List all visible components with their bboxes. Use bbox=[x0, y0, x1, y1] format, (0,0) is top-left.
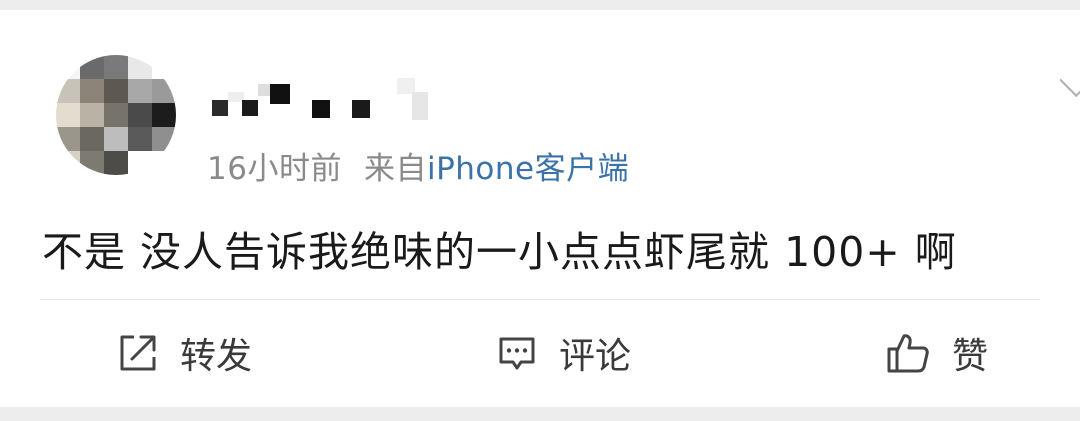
repost-button[interactable]: 转发 bbox=[118, 328, 252, 378]
source-link[interactable]: iPhone客户端 bbox=[427, 151, 629, 187]
post-text: 不是 没人告诉我绝味的一小点点虾尾就 100+ 啊 bbox=[42, 228, 957, 276]
comment-button[interactable]: 评论 bbox=[497, 328, 631, 378]
divider bbox=[40, 299, 1040, 300]
username-blurred[interactable] bbox=[212, 78, 442, 122]
comment-label: 评论 bbox=[559, 336, 632, 377]
post-time: 16小时前 bbox=[207, 151, 342, 187]
share-icon bbox=[120, 335, 156, 371]
like-button[interactable]: 赞 bbox=[886, 328, 988, 378]
post-card: 16小时前 来自iPhone客户端 不是 没人告诉我绝味的一小点点虾尾就 100+… bbox=[0, 10, 1080, 407]
thumbs-up-icon bbox=[887, 334, 929, 373]
repost-label: 转发 bbox=[180, 336, 253, 377]
like-label: 赞 bbox=[952, 336, 989, 377]
avatar[interactable] bbox=[56, 55, 176, 175]
comment-icon bbox=[499, 337, 535, 370]
source-prefix: 来自 bbox=[363, 151, 427, 187]
post-meta: 16小时前 来自iPhone客户端 bbox=[207, 143, 629, 188]
chevron-down-icon[interactable] bbox=[1060, 74, 1080, 104]
